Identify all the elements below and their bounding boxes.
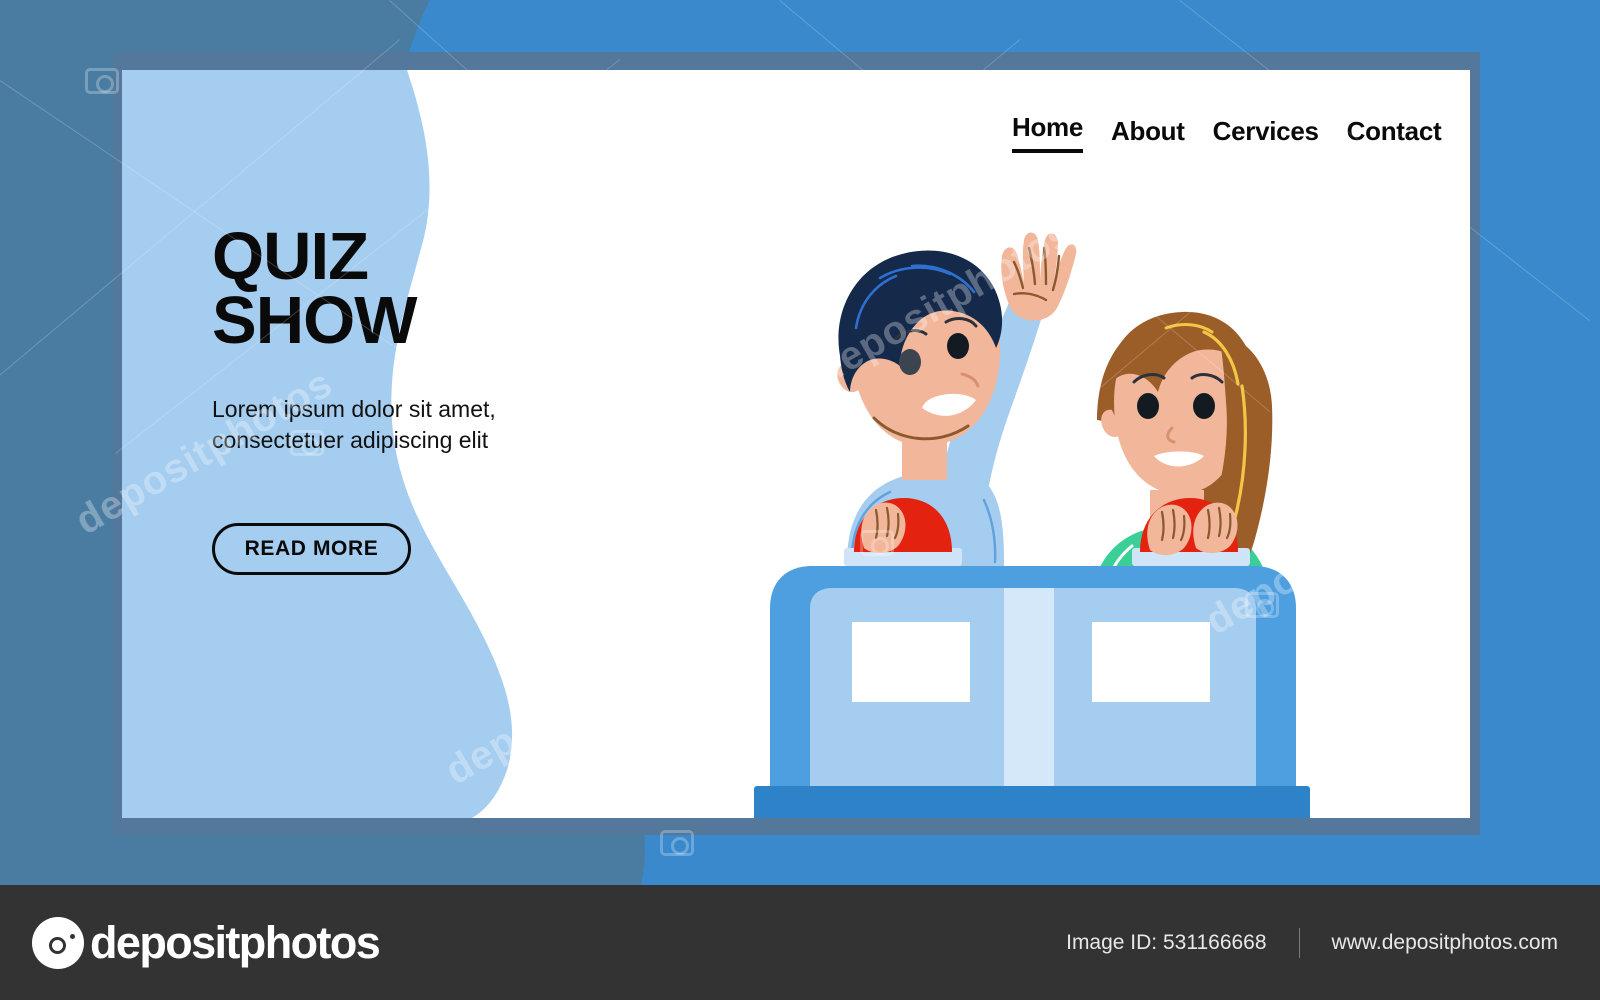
footer-divider <box>1298 927 1300 958</box>
boy-eye-left <box>899 349 921 375</box>
nav-item-about[interactable]: About <box>1111 116 1185 153</box>
main-navigation[interactable]: Home About Cervices Contact <box>1012 112 1442 153</box>
footer-website: www.depositphotos.com <box>1331 930 1558 954</box>
girl-eye-right <box>1193 393 1215 419</box>
nav-item-cervices[interactable]: Cervices <box>1213 116 1319 153</box>
girl-eye-left <box>1137 393 1159 419</box>
footer-logo: depositphotos <box>32 916 381 969</box>
camera-icon <box>32 916 84 969</box>
footer-image-id: Image ID: 531166668 <box>1066 930 1267 954</box>
footer-meta: Image ID: 531166668 www.depositphotos.co… <box>1066 927 1558 958</box>
nav-item-home[interactable]: Home <box>1012 112 1083 153</box>
page-title: QUIZ SHOW <box>212 223 592 358</box>
read-more-button[interactable]: READ MORE <box>212 523 411 576</box>
landing-card: Home About Cervices Contact QUIZ SHOW Lo… <box>122 70 1470 818</box>
podium-score-plate-left <box>852 622 970 702</box>
podium-center-divider <box>1004 588 1054 786</box>
nav-item-contact[interactable]: Contact <box>1347 116 1442 153</box>
hero-section: QUIZ SHOW Lorem ipsum dolor sit amet, co… <box>212 223 592 576</box>
boy-eye-right <box>947 333 969 359</box>
quiz-show-illustration <box>752 170 1312 818</box>
quiz-podium <box>754 566 1310 818</box>
podium-score-plate-right <box>1092 622 1210 702</box>
podium-base-bar <box>754 786 1310 818</box>
depositphotos-footer: depositphotos Image ID: 531166668 www.de… <box>0 885 1600 1000</box>
footer-brand-wordmark: depositphotos <box>90 916 381 968</box>
boy-hand <box>1001 232 1077 321</box>
hero-subtitle: Lorem ipsum dolor sit amet, consectetuer… <box>212 396 496 453</box>
page-title-line-2: SHOW <box>212 282 417 358</box>
